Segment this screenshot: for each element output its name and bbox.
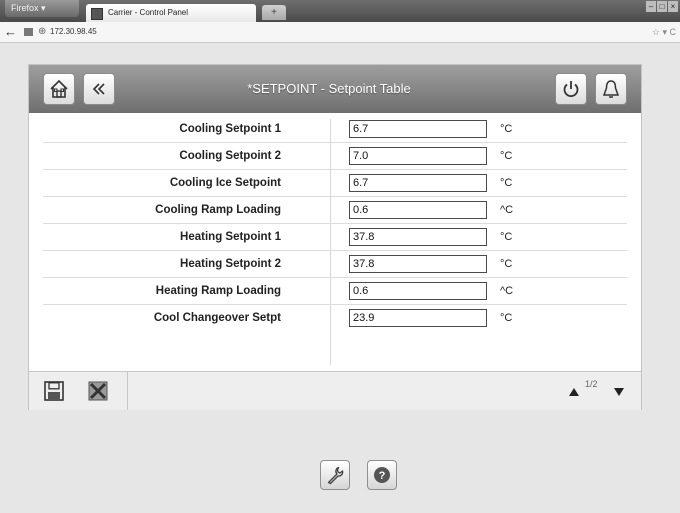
browser-tab-active[interactable]: Carrier - Control Panel [86,4,256,22]
alarm-button[interactable] [595,73,627,105]
unit-label: °C [500,150,513,162]
floppy-disk-icon [44,381,64,401]
setpoint-label: Cooling Setpoint 2 [179,150,281,162]
table-row: Cooling Ramp Loading ^C [43,197,627,224]
table-row: Heating Setpoint 1 °C [43,224,627,251]
panel-header: *SETPOINT - Setpoint Table [29,65,641,113]
maximize-icon[interactable]: □ [657,1,667,12]
control-panel: *SETPOINT - Setpoint Table Cooling Setpo… [28,64,642,410]
power-icon [563,81,579,98]
setpoint-value-input[interactable] [349,120,487,138]
home-button[interactable] [43,73,75,105]
table-row: Cooling Setpoint 2 °C [43,143,627,170]
maintenance-button[interactable] [320,460,350,490]
back-button[interactable] [83,73,115,105]
setpoint-label: Heating Ramp Loading [155,285,281,297]
unit-label: °C [500,231,513,243]
back-arrow-icon[interactable]: ← [4,25,20,39]
setpoint-label: Cooling Setpoint 1 [179,123,281,135]
unit-label: ^C [500,204,514,216]
setpoint-label: Heating Setpoint 2 [180,258,281,270]
pager: 1/2 [569,379,625,403]
cancel-x-icon [88,381,108,401]
firefox-menu-button[interactable]: Firefox ▾ [5,0,79,17]
setpoint-table: Cooling Setpoint 1 °C Cooling Setpoint 2… [29,113,641,371]
url-bar[interactable]: 172.30.98.45 [50,25,97,39]
footer-divider [127,372,128,410]
setpoint-value-input[interactable] [349,147,487,165]
setpoint-label: Cooling Ramp Loading [155,204,281,216]
new-tab-button[interactable]: + [262,5,286,20]
double-chevron-left-icon [92,83,105,95]
site-identity-icon[interactable] [24,28,33,36]
unit-label: ^C [500,285,514,297]
help-icon: ? [374,467,390,483]
page-down-arrow-icon[interactable] [614,388,624,396]
power-button[interactable] [555,73,587,105]
tab-title: Carrier - Control Panel [108,8,189,17]
setpoint-label: Heating Setpoint 1 [180,231,281,243]
svg-text:?: ? [379,470,386,482]
setpoint-value-input[interactable] [349,255,487,273]
alarm-bell-icon [602,80,620,98]
bookmark-star-icon[interactable]: ☆ ▾ C [652,25,676,39]
close-window-icon[interactable]: × [668,1,678,12]
setpoint-label: Cooling Ice Setpoint [169,177,281,189]
save-button[interactable] [41,378,67,404]
unit-label: °C [500,312,513,324]
favicon-icon [91,8,103,20]
setpoint-value-input[interactable] [349,228,487,246]
browser-nav-bar: ← ⊕ 172.30.98.45 ☆ ▾ C [0,22,680,43]
window-controls: – □ × [646,1,678,12]
panel-footer: 1/2 [29,371,641,410]
wrench-icon [327,466,344,485]
setpoint-value-input[interactable] [349,309,487,327]
setpoint-value-input[interactable] [349,201,487,219]
table-row: Heating Ramp Loading ^C [43,278,627,305]
help-button[interactable]: ? [367,460,397,490]
globe-icon: ⊕ [38,26,47,37]
unit-label: °C [500,258,513,270]
table-row: Heating Setpoint 2 °C [43,251,627,278]
unit-label: °C [500,123,513,135]
minimize-icon[interactable]: – [646,1,656,12]
page-up-arrow-icon[interactable] [569,388,579,396]
setpoint-value-input[interactable] [349,282,487,300]
cancel-button[interactable] [85,378,111,404]
browser-tab-bar: Firefox ▾ Carrier - Control Panel + – □ … [0,0,680,22]
home-icon [50,79,68,98]
table-row: Cool Changeover Setpt °C [43,305,627,332]
unit-label: °C [500,177,513,189]
table-row: Cooling Ice Setpoint °C [43,170,627,197]
page-indicator: 1/2 [585,379,598,389]
page-title: *SETPOINT - Setpoint Table [247,81,411,96]
setpoint-label: Cool Changeover Setpt [153,312,281,324]
setpoint-value-input[interactable] [349,174,487,192]
table-row: Cooling Setpoint 1 °C [43,116,627,143]
